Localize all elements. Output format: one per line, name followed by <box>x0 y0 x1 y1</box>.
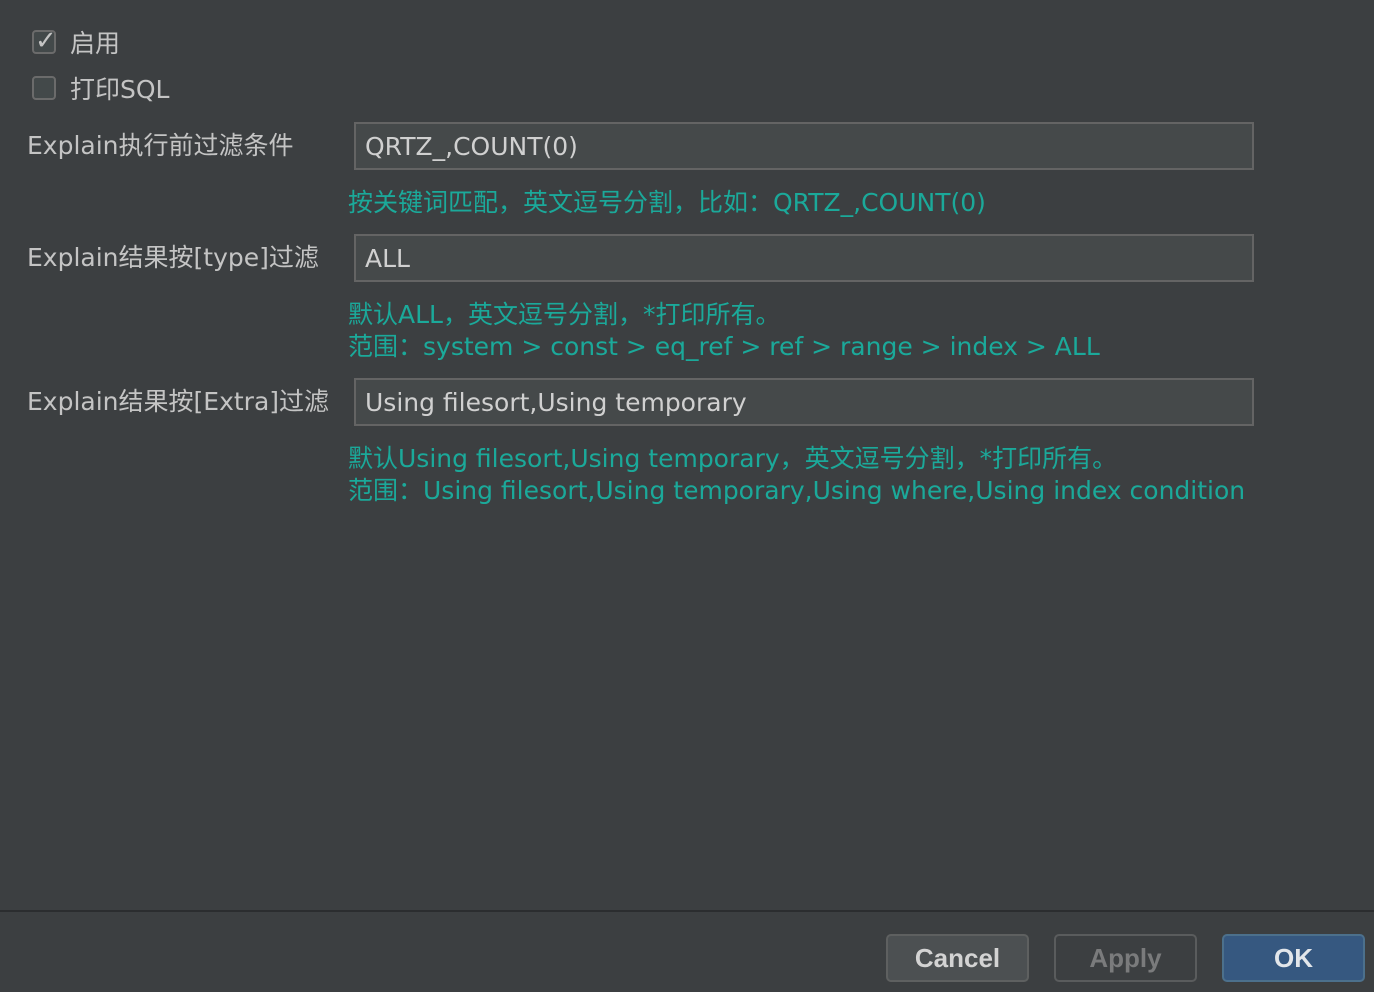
extra-filter-hint-default: 默认Using filesort,Using temporary，英文逗号分割，… <box>348 444 1118 473</box>
enable-option[interactable]: ✓ 启用 <box>32 26 120 58</box>
enable-label: 启用 <box>70 29 121 58</box>
ok-button[interactable]: OK <box>1222 934 1365 982</box>
apply-button[interactable]: Apply <box>1054 934 1197 982</box>
print-sql-checkbox[interactable]: ✓ <box>32 76 56 100</box>
type-filter-label: Explain结果按[type]过滤 <box>27 243 319 272</box>
print-sql-option[interactable]: ✓ 打印SQL <box>32 72 169 104</box>
checkmark-icon: ✓ <box>35 26 57 56</box>
print-sql-label: 打印SQL <box>70 75 170 104</box>
cancel-button[interactable]: Cancel <box>886 934 1029 982</box>
pre-explain-filter-hint: 按关键词匹配，英文逗号分割，比如：QRTZ_,COUNT(0) <box>348 188 986 217</box>
type-filter-input[interactable] <box>354 234 1254 282</box>
enable-checkbox[interactable]: ✓ <box>32 26 57 56</box>
pre-explain-filter-label: Explain执行前过滤条件 <box>27 131 294 160</box>
type-filter-hint-default: 默认ALL，英文逗号分割，*打印所有。 <box>348 300 781 329</box>
extra-filter-hint-range: 范围：Using filesort,Using temporary,Using … <box>348 476 1246 505</box>
extra-filter-label: Explain结果按[Extra]过滤 <box>27 387 330 416</box>
footer-divider <box>0 910 1374 912</box>
extra-filter-input[interactable] <box>354 378 1254 426</box>
type-filter-hint-range: 范围：system > const > eq_ref > ref > range… <box>348 332 1100 361</box>
pre-explain-filter-input[interactable] <box>354 122 1254 170</box>
